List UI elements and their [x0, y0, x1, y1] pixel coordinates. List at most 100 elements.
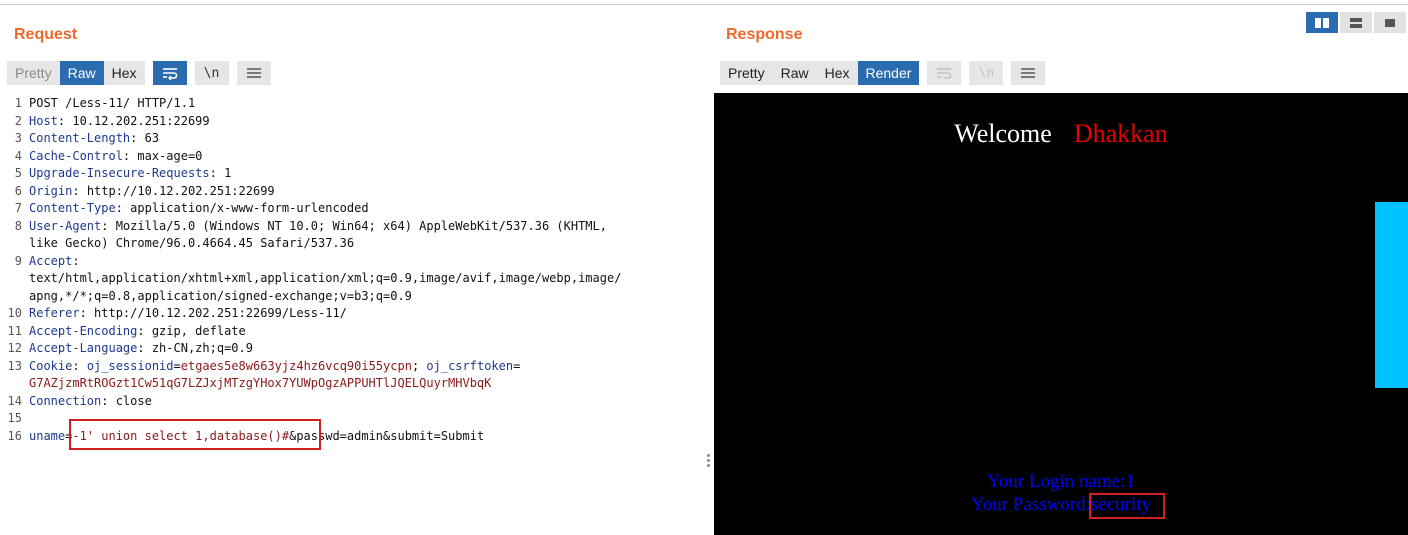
response-tabbar: Pretty Raw Hex Render \n	[720, 61, 1046, 85]
code-line: Cache-Control: max-age=0	[29, 149, 202, 163]
code-line: Accept:	[29, 254, 80, 268]
code-line: apng,*/*;q=0.8,application/signed-exchan…	[29, 289, 412, 303]
header-value: http://10.12.202.251:22699	[79, 183, 275, 198]
welcome-heading: Welcome Dhakkan	[714, 119, 1408, 149]
header-key: Content-Length	[29, 131, 131, 145]
code-text: POST /Less-11/ HTTP/1.1	[29, 96, 196, 110]
code-line: G7AZjzmRtROGzt1Cw51qG7LZJxjMTzgYHox7YUWp…	[29, 376, 491, 390]
newline-icon: \n	[203, 65, 220, 81]
header-key: Accept-Language	[29, 341, 138, 355]
line-number: 9	[14, 253, 22, 268]
header-value: max-age=0	[130, 148, 203, 163]
header-key: Cookie	[29, 358, 73, 373]
code-line: Accept-Language: zh-CN,zh;q=0.9	[29, 341, 253, 355]
line-number: 15	[7, 411, 22, 425]
pane-splitter[interactable]	[707, 452, 711, 470]
param-key: uname	[29, 428, 66, 443]
request-newline-button[interactable]: \n	[194, 61, 229, 85]
code-line: like Gecko) Chrome/96.0.4664.45 Safari/5…	[29, 236, 354, 250]
response-tab-pretty[interactable]: Pretty	[720, 61, 773, 85]
header-key: Accept	[29, 253, 73, 268]
header-key: Accept-Encoding	[29, 323, 138, 338]
request-wrap-button[interactable]	[152, 61, 187, 85]
line-number: 12	[7, 341, 22, 355]
line-number: 11	[7, 323, 22, 338]
header-value: close	[108, 393, 152, 408]
wrap-icon	[162, 68, 177, 80]
header-value: gzip, deflate	[144, 323, 246, 338]
code-line: Connection: close	[29, 394, 152, 408]
request-tab-pretty[interactable]: Pretty	[7, 61, 60, 85]
response-tab-hex[interactable]: Hex	[816, 61, 858, 85]
request-view-tabs: Pretty Raw Hex	[7, 61, 145, 85]
code-line: Upgrade-Insecure-Requests: 1	[29, 166, 231, 180]
response-tab-render[interactable]: Render	[857, 61, 920, 85]
line-number: 8	[14, 218, 22, 233]
menu-icon	[246, 68, 261, 78]
request-editor[interactable]: 1 POST /Less-11/ HTTP/1.1 2 Host: 10.12.202…	[0, 94, 696, 535]
code-line: Content-Length: 63	[29, 131, 159, 145]
request-menu-button[interactable]	[236, 61, 271, 85]
split-horizontal-view-button[interactable]	[1306, 12, 1338, 33]
wrap-icon	[937, 68, 952, 79]
render-side-strip	[1375, 202, 1408, 388]
split-vertical-view-button[interactable]	[1340, 12, 1372, 33]
welcome-text: Welcome	[954, 119, 1052, 148]
code-line: Accept-Encoding: gzip, deflate	[29, 324, 246, 338]
header-key: User-Agent	[29, 218, 102, 233]
line-number: 10	[7, 306, 22, 320]
request-tabbar: Pretty Raw Hex \n	[7, 61, 271, 85]
code-line: Content-Type: application/x-www-form-url…	[29, 201, 369, 215]
header-value: http://10.12.202.251:22699/Less-11/	[86, 306, 347, 320]
response-render-view: Welcome Dhakkan Your Login name:1 Your Pa…	[714, 93, 1408, 535]
response-newline-button[interactable]: \n	[969, 61, 1004, 85]
header-sep: :	[72, 253, 80, 268]
header-value: zh-CN,zh;q=0.9	[144, 341, 253, 355]
password-line: Your Password:security	[714, 494, 1408, 516]
response-menu-button[interactable]	[1011, 61, 1046, 85]
response-wrap-button[interactable]	[927, 61, 962, 85]
top-border	[0, 4, 1408, 5]
cookie-value: etgaes5e8w663yjz4hz6vcq90i55ycpn	[180, 358, 412, 373]
response-tab-raw[interactable]: Raw	[772, 61, 817, 85]
password-label: Your Password:	[970, 494, 1091, 515]
response-title: Response	[726, 26, 803, 43]
response-view-tabs: Pretty Raw Hex Render	[720, 61, 920, 85]
cookie-eq: =	[173, 358, 181, 373]
line-number: 13	[7, 358, 22, 373]
line-number: 4	[14, 148, 22, 163]
code-text: apng,*/*;q=0.8,application/signed-exchan…	[29, 288, 412, 303]
header-sep: :	[79, 306, 87, 320]
code-line: Origin: http://10.12.202.251:22699	[29, 184, 275, 198]
code-text: text/html,application/xhtml+xml,applicat…	[29, 271, 622, 285]
layout-toggle[interactable]	[1306, 12, 1408, 33]
code-line: User-Agent: Mozilla/5.0 (Windows NT 10.0…	[29, 219, 607, 233]
code-line: Host: 10.12.202.251:22699	[29, 114, 210, 128]
cookie-name: oj_csrftoken	[426, 358, 514, 373]
request-tab-hex[interactable]: Hex	[103, 61, 145, 85]
header-sep: :	[209, 166, 217, 180]
header-key: Cache-Control	[29, 148, 123, 163]
request-tab-raw[interactable]: Raw	[59, 61, 104, 85]
header-key: Upgrade-Insecure-Requests	[29, 166, 210, 180]
header-sep: :	[115, 201, 123, 215]
login-name-line: Your Login name:1	[987, 471, 1135, 492]
rows-icon	[1350, 17, 1362, 28]
menu-icon	[1021, 68, 1036, 78]
line-number: 7	[14, 201, 22, 215]
line-number: 6	[14, 183, 22, 198]
code-line: POST /Less-11/ HTTP/1.1	[29, 96, 195, 110]
cookie-eq: =	[513, 358, 521, 373]
single-view-button[interactable]	[1374, 12, 1406, 33]
header-sep: :	[137, 341, 145, 355]
code-line: Cookie: oj_sessionid=etgaes5e8w663yjz4hz…	[29, 359, 520, 373]
code-line: Referer: http://10.12.202.251:22699/Less…	[29, 306, 347, 320]
cookie-value: G7AZjzmRtROGzt1Cw51qG7LZJxjMTzgYHox7YUWp…	[29, 376, 492, 390]
header-key: Origin	[29, 183, 73, 198]
columns-icon	[1315, 17, 1329, 28]
line-number: 2	[14, 113, 22, 128]
header-sep: :	[72, 358, 87, 373]
header-value: 63	[137, 131, 160, 145]
header-value: 10.12.202.251:22699	[65, 113, 210, 128]
cookie-name: oj_sessionid	[86, 358, 174, 373]
